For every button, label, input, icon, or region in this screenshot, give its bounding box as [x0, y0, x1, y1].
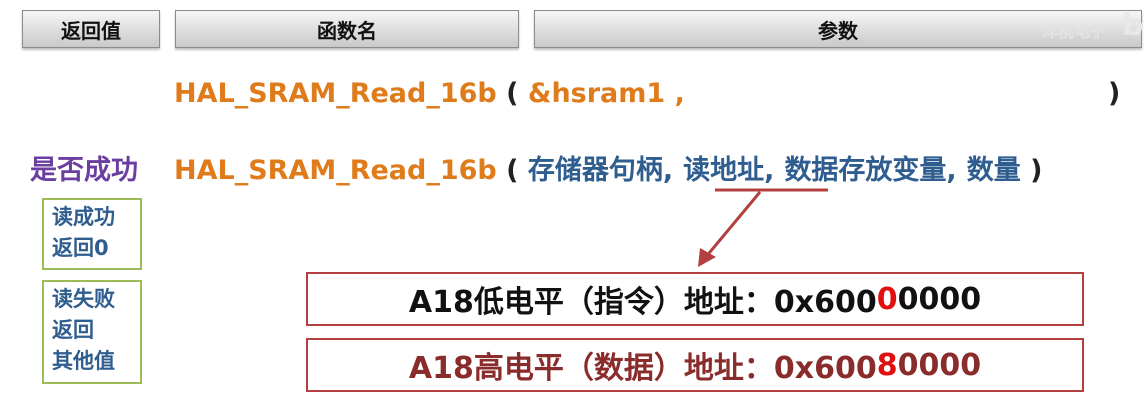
address-low-highlight: 0	[876, 281, 898, 317]
address-high-prefix: A18高电平（数据）地址：0x600	[408, 351, 877, 386]
address-box-high: A18高电平（数据）地址：0x600 8 0000	[306, 338, 1084, 392]
address-high-suffix: 0000	[897, 347, 982, 383]
address-low-suffix: 0000	[897, 281, 982, 317]
arrow-head-icon	[698, 248, 716, 267]
address-box-low: A18低电平（指令）地址：0x600 0 0000	[306, 272, 1084, 326]
arrow-line	[703, 191, 762, 259]
address-high-highlight: 8	[876, 347, 898, 383]
address-low-prefix: A18低电平（指令）地址：0x600	[408, 285, 877, 320]
